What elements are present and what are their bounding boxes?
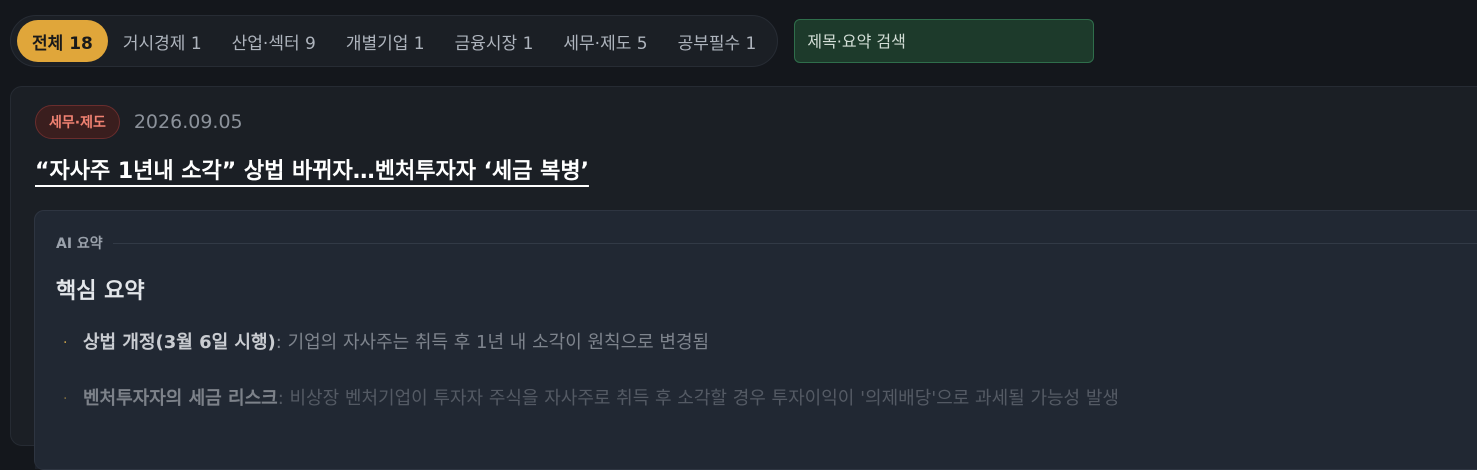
- divider: [112, 242, 1477, 244]
- list-item: · 벤처투자자의 세금 리스크: 비상장 벤처기업이 투자자 주식을 자사주로 …: [63, 385, 1119, 413]
- tab-industry-sector[interactable]: 산업·섹터 9: [217, 20, 331, 62]
- category-tabs: 전체 18 거시경제 1 산업·섹터 9 개별기업 1 금융시장 1 세무·제도…: [10, 15, 779, 67]
- tab-financial-market[interactable]: 금융시장 1: [440, 20, 549, 62]
- bullet-text: : 기업의 자사주는 취득 후 1년 내 소각이 원칙으로 변경됨: [275, 332, 710, 353]
- category-badge: 세무·제도: [35, 105, 120, 139]
- bullet-keyword: 벤처투자자의 세금 리스크: [83, 388, 278, 409]
- article-headline-link[interactable]: “자사주 1년내 소각” 상법 바뀌자…벤처투자자 ‘세금 복병’: [35, 153, 589, 185]
- filter-bar: 전체 18 거시경제 1 산업·섹터 9 개별기업 1 금융시장 1 세무·제도…: [10, 15, 1095, 67]
- bullet-keyword: 상법 개정(3월 6일 시행): [83, 332, 276, 353]
- bullet-text: : 비상장 벤처기업이 투자자 주식을 자사주로 취득 후 소각할 경우 투자이…: [277, 388, 1119, 409]
- bullet-dot-icon: ·: [63, 391, 68, 407]
- ai-summary-label: AI 요약: [56, 236, 103, 252]
- search-input[interactable]: [794, 19, 1095, 63]
- ai-summary-box: AI 요약 핵심 요약 · 상법 개정(3월 6일 시행): 기업의 자사주는 …: [34, 210, 1477, 470]
- ai-summary-header: AI 요약: [56, 233, 1477, 253]
- article-card: 세무·제도 2026.09.05 “자사주 1년내 소각” 상법 바뀌자…벤처투…: [10, 86, 1477, 470]
- tab-must-study[interactable]: 공부필수 1: [663, 20, 772, 62]
- list-item: · 상법 개정(3월 6일 시행): 기업의 자사주는 취득 후 1년 내 소각…: [63, 329, 1119, 357]
- article-date: 2026.09.05: [133, 111, 243, 133]
- tab-all[interactable]: 전체 18: [17, 20, 108, 62]
- summary-bullets: · 상법 개정(3월 6일 시행): 기업의 자사주는 취득 후 1년 내 소각…: [63, 329, 1119, 441]
- tab-tax-regulation[interactable]: 세무·제도 5: [548, 20, 662, 62]
- bullet-dot-icon: ·: [63, 335, 68, 351]
- tab-macro-economy[interactable]: 거시경제 1: [108, 20, 217, 62]
- summary-title: 핵심 요약: [56, 279, 145, 304]
- tab-individual-company[interactable]: 개별기업 1: [331, 20, 440, 62]
- article-meta: 세무·제도 2026.09.05: [35, 105, 243, 139]
